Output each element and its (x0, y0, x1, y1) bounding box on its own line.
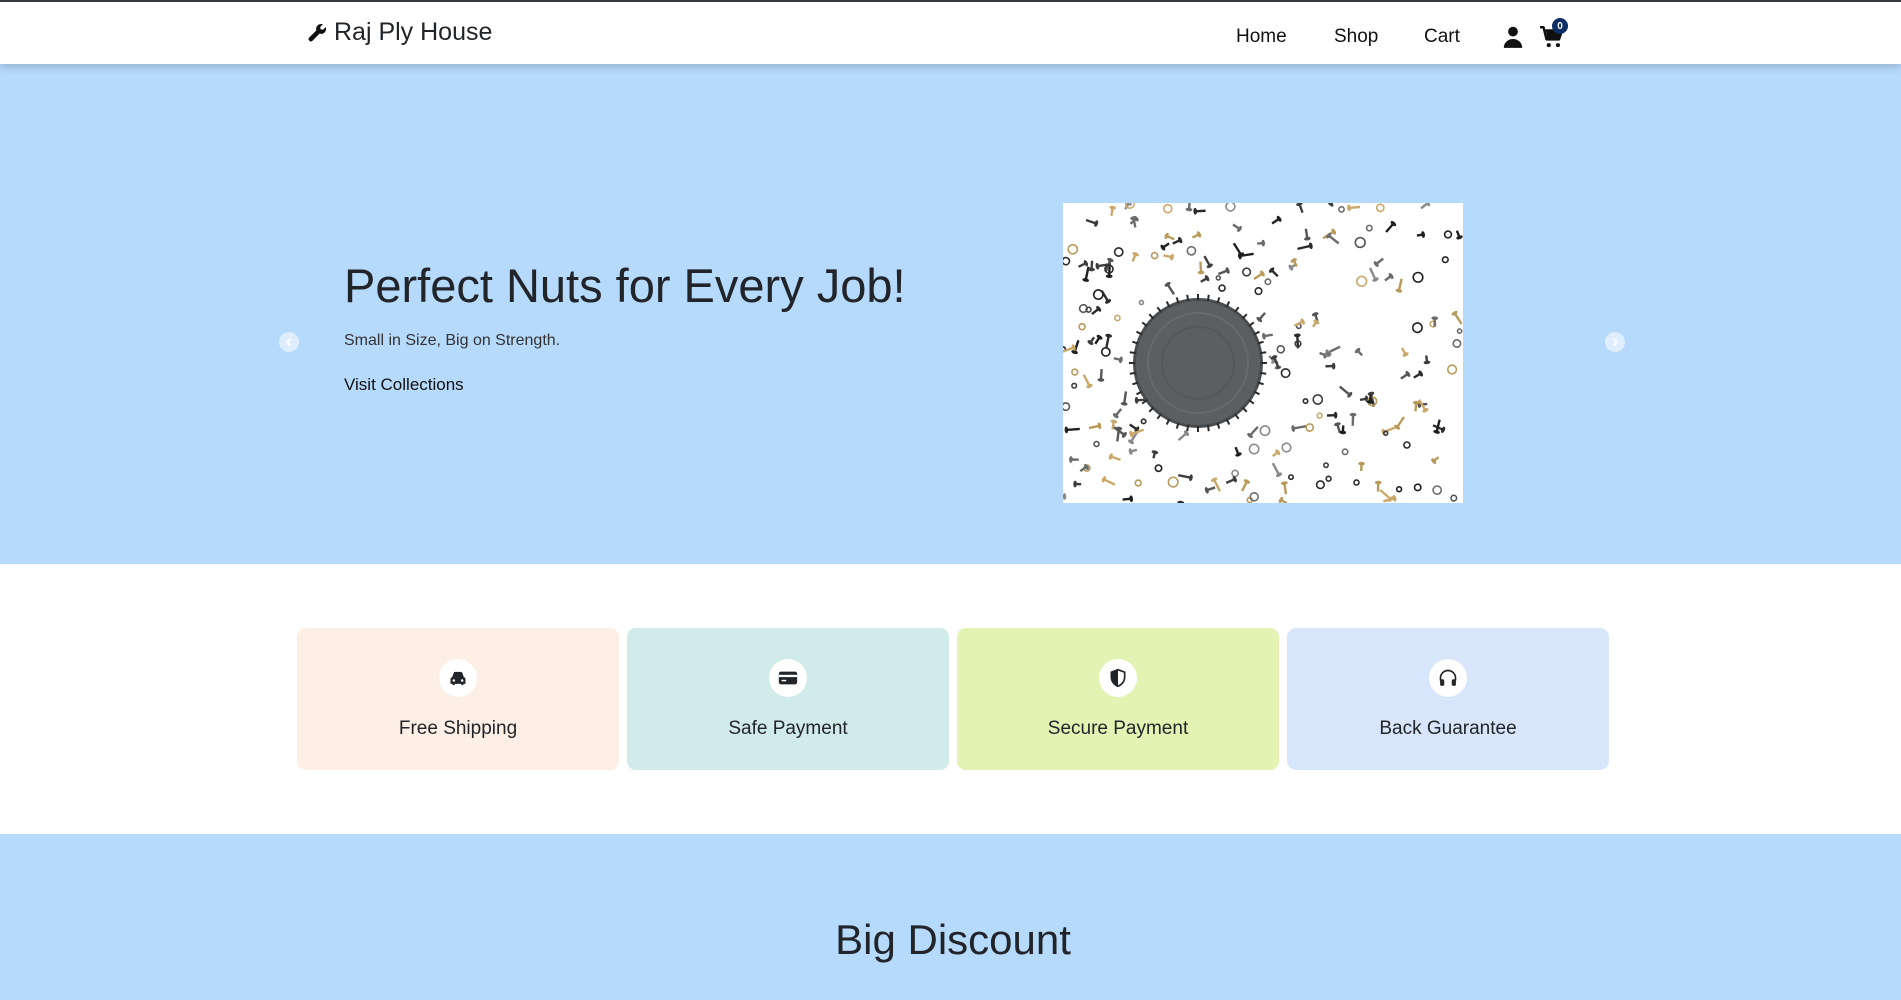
headphones-icon (1439, 669, 1457, 686)
feature-card-back-guarantee: Back Guarantee (1287, 628, 1609, 770)
wrench-icon (308, 23, 327, 42)
carousel-next-button[interactable] (1605, 332, 1625, 352)
hero-subtitle: Small in Size, Big on Strength. (344, 332, 561, 349)
chevron-right-icon (1612, 337, 1619, 347)
feature-card-free-shipping: Free Shipping (297, 628, 619, 770)
feature-label: Secure Payment (1047, 718, 1189, 739)
user-icon[interactable] (1500, 24, 1526, 50)
nav-link-home[interactable]: Home (1236, 26, 1287, 48)
brand-name: Raj Ply House (334, 18, 493, 46)
hero-carousel: Perfect Nuts for Every Job! Small in Siz… (0, 64, 1901, 564)
screws-and-nuts-image (1063, 203, 1463, 503)
feature-label: Back Guarantee (1379, 718, 1517, 739)
feature-card-secure-payment: Secure Payment (957, 628, 1279, 770)
hero-title: Perfect Nuts for Every Job! (344, 259, 906, 312)
chevron-left-icon (285, 337, 292, 347)
feature-card-safe-payment: Safe Payment (627, 628, 949, 770)
visit-collections-link[interactable]: Visit Collections (344, 375, 464, 395)
nav-link-cart[interactable]: Cart (1424, 26, 1460, 48)
feature-label: Safe Payment (728, 718, 848, 739)
navbar: Raj Ply House Home Shop Cart 0 (0, 0, 1901, 64)
credit-card-icon (778, 671, 798, 685)
nav-link-shop[interactable]: Shop (1334, 26, 1378, 48)
brand-logo[interactable]: Raj Ply House (306, 18, 492, 47)
shield-icon (1110, 668, 1126, 688)
discount-section: Big Discount (0, 834, 1901, 1000)
discount-title: Big Discount (835, 916, 1071, 963)
feature-label: Free Shipping (398, 718, 518, 739)
car-icon (450, 671, 466, 686)
carousel-prev-button[interactable] (279, 332, 299, 352)
cart-count-badge: 0 (1552, 18, 1568, 34)
